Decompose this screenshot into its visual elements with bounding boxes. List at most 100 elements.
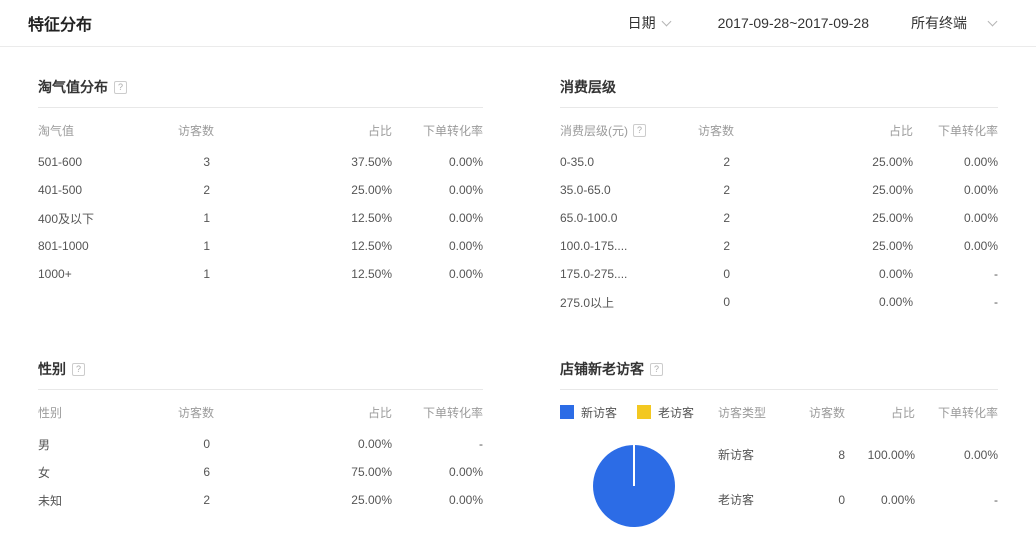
table-row: 401-500 2 25.00% 0.00% bbox=[38, 176, 483, 204]
col-header-conversion: 下单转化率 bbox=[915, 404, 998, 421]
visitor-count: 0 bbox=[698, 295, 730, 309]
conversion-value: 0.00% bbox=[392, 239, 483, 253]
row-label: 65.0-100.0 bbox=[560, 211, 698, 225]
conversion-value: 0.00% bbox=[913, 239, 998, 253]
visitor-count: 1 bbox=[178, 211, 210, 225]
legend-and-header-row: 新访客 老访客 访客类型 访客数 占比 下单转化率 bbox=[560, 400, 998, 424]
visitor-count: 1 bbox=[178, 267, 210, 281]
row-label: 801-1000 bbox=[38, 239, 178, 253]
panel-title: 消费层级 bbox=[560, 77, 616, 97]
visitor-count: 2 bbox=[698, 183, 730, 197]
legend-item-new-visitor[interactable]: 新访客 bbox=[560, 404, 617, 421]
conversion-value: 0.00% bbox=[392, 267, 483, 281]
col-header-ratio: 占比 bbox=[303, 404, 392, 421]
conversion-value: 0.00% bbox=[392, 211, 483, 225]
row-label: 100.0-175.... bbox=[560, 239, 698, 253]
legend-swatch-yellow bbox=[637, 405, 651, 419]
col-header-conversion: 下单转化率 bbox=[913, 122, 998, 139]
legend-item-old-visitor[interactable]: 老访客 bbox=[637, 404, 694, 421]
table-row: 未知 2 25.00% 0.00% bbox=[38, 486, 483, 514]
table-row: 新访客 8 100.00% 0.00% bbox=[718, 432, 998, 477]
divider bbox=[38, 107, 483, 108]
table-row: 175.0-275.... 0 0.00% - bbox=[560, 260, 998, 288]
pie-slice-divider bbox=[633, 445, 635, 486]
panel-consumption-level: 消费层级 消费层级(元)? 访客数 占比 下单转化率 0-35.0 2 25.0… bbox=[560, 77, 998, 316]
visitor-count: 0 bbox=[178, 437, 210, 451]
table-row: 501-600 3 37.50% 0.00% bbox=[38, 148, 483, 176]
col-header-label: 消费层级(元) bbox=[560, 122, 628, 139]
visitor-count: 0 bbox=[698, 267, 730, 281]
visitor-count: 2 bbox=[698, 239, 730, 253]
row-label: 501-600 bbox=[38, 155, 178, 169]
ratio-value: 0.00% bbox=[303, 437, 392, 451]
panels-grid: 淘气值分布 ? 淘气值 访客数 占比 下单转化率 501-600 3 37.50… bbox=[0, 47, 1036, 527]
panel-title: 淘气值分布 bbox=[38, 77, 108, 97]
col-header-visitors: 访客数 bbox=[788, 404, 845, 421]
ratio-value: 75.00% bbox=[303, 465, 392, 479]
help-icon[interactable]: ? bbox=[72, 363, 85, 376]
visitor-count: 2 bbox=[178, 493, 210, 507]
col-header-label: 淘气值 bbox=[38, 122, 178, 139]
ratio-value: 0.00% bbox=[823, 267, 913, 281]
table-row: 400及以下 1 12.50% 0.00% bbox=[38, 204, 483, 232]
col-header-visitors: 访客数 bbox=[698, 122, 823, 139]
col-header-conversion: 下单转化率 bbox=[392, 404, 483, 421]
table-row: 35.0-65.0 2 25.00% 0.00% bbox=[560, 176, 998, 204]
visitor-count: 0 bbox=[788, 493, 845, 507]
ratio-value: 25.00% bbox=[303, 183, 392, 197]
table-row: 0-35.0 2 25.00% 0.00% bbox=[560, 148, 998, 176]
divider bbox=[560, 389, 998, 390]
visitor-count: 2 bbox=[698, 155, 730, 169]
row-label: 401-500 bbox=[38, 183, 178, 197]
chevron-down-icon[interactable] bbox=[661, 16, 671, 26]
date-filter-dropdown[interactable]: 日期 bbox=[628, 13, 656, 33]
ratio-value: 100.00% bbox=[845, 448, 915, 462]
col-header-visitors: 访客数 bbox=[178, 122, 303, 139]
legend-swatch-blue bbox=[560, 405, 574, 419]
page-header: 特征分布 日期 2017-09-28~2017-09-28 所有终端 bbox=[0, 0, 1036, 47]
visitor-count: 1 bbox=[178, 239, 210, 253]
row-label: 新访客 bbox=[718, 446, 788, 463]
row-label: 女 bbox=[38, 464, 178, 481]
conversion-value: 0.00% bbox=[392, 155, 483, 169]
col-header-ratio: 占比 bbox=[303, 122, 392, 139]
panel-new-old-visitors: 店铺新老访客 ? 新访客 老访客 访客类型 访客数 占比 bbox=[560, 359, 998, 527]
chevron-down-icon[interactable] bbox=[988, 16, 998, 26]
visitor-count: 8 bbox=[788, 448, 845, 462]
col-header-ratio: 占比 bbox=[823, 122, 913, 139]
visitor-count: 3 bbox=[178, 155, 210, 169]
conversion-value: 0.00% bbox=[913, 211, 998, 225]
table-header: 消费层级(元)? 访客数 占比 下单转化率 bbox=[560, 118, 998, 142]
terminal-filter-dropdown[interactable]: 所有终端 bbox=[911, 13, 967, 33]
page-title: 特征分布 bbox=[28, 11, 92, 35]
date-range-value[interactable]: 2017-09-28~2017-09-28 bbox=[718, 15, 869, 31]
visitor-count: 6 bbox=[178, 465, 210, 479]
conversion-value: 0.00% bbox=[915, 448, 998, 462]
visitor-count: 2 bbox=[698, 211, 730, 225]
conversion-value: 0.00% bbox=[913, 155, 998, 169]
row-label: 175.0-275.... bbox=[560, 267, 698, 281]
panel-taoqi-distribution: 淘气值分布 ? 淘气值 访客数 占比 下单转化率 501-600 3 37.50… bbox=[38, 77, 483, 316]
table-header: 淘气值 访客数 占比 下单转化率 bbox=[38, 118, 483, 142]
help-icon[interactable]: ? bbox=[650, 363, 663, 376]
conversion-value: - bbox=[392, 437, 483, 451]
header-filters: 日期 2017-09-28~2017-09-28 所有终端 bbox=[628, 13, 996, 33]
help-icon[interactable]: ? bbox=[114, 81, 127, 94]
ratio-value: 12.50% bbox=[303, 267, 392, 281]
conversion-value: 0.00% bbox=[392, 183, 483, 197]
table-row: 100.0-175.... 2 25.00% 0.00% bbox=[560, 232, 998, 260]
divider bbox=[560, 107, 998, 108]
visitor-count: 2 bbox=[178, 183, 210, 197]
row-label: 男 bbox=[38, 436, 178, 453]
table-row: 801-1000 1 12.50% 0.00% bbox=[38, 232, 483, 260]
conversion-value: 0.00% bbox=[392, 465, 483, 479]
conversion-value: - bbox=[915, 493, 998, 507]
divider bbox=[38, 389, 483, 390]
table-header: 性别 访客数 占比 下单转化率 bbox=[38, 400, 483, 424]
panel-title: 店铺新老访客 bbox=[560, 359, 644, 379]
table-row: 男 0 0.00% - bbox=[38, 430, 483, 458]
col-header-visitor-type: 访客类型 bbox=[718, 404, 788, 421]
row-label: 275.0以上 bbox=[560, 294, 698, 311]
help-icon[interactable]: ? bbox=[633, 124, 646, 137]
conversion-value: - bbox=[913, 295, 998, 309]
